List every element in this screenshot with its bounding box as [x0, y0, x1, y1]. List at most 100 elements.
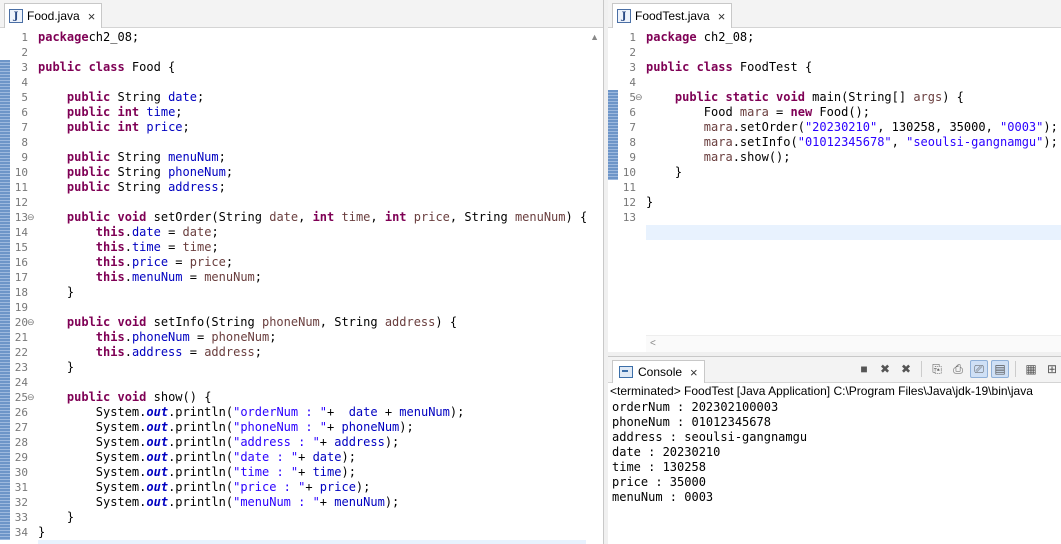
code-token: phoneNum [261, 315, 320, 329]
code-line[interactable]: packagech2_08; [38, 30, 603, 45]
line-number: 10 [14, 166, 28, 179]
code-line[interactable]: mara.setOrder("20230210", 130258, 35000,… [646, 120, 1061, 135]
code-line[interactable]: this.date = date; [38, 225, 603, 240]
fold-toggle-icon[interactable]: ⊖ [27, 210, 35, 225]
code-editor[interactable]: 1 2 3 4 5 ⊖ 6 7 8 9 10 11 12 13 package ch2_08; public… [608, 28, 1061, 352]
code-line[interactable]: public String date; [38, 90, 603, 105]
code-line[interactable]: this.menuNum = menuNum; [38, 270, 603, 285]
code-line[interactable]: this.phoneNum = phoneNum; [38, 330, 603, 345]
close-icon[interactable]: × [690, 365, 698, 380]
code-line[interactable]: System.out.println("price : "+ price); [38, 480, 603, 495]
code-line[interactable]: package ch2_08; [646, 30, 1061, 45]
code-line[interactable]: } [38, 360, 603, 375]
code-token: FoodTest { [732, 60, 813, 74]
editor-tabbar: J Food.java × [0, 0, 603, 28]
fold-toggle-icon[interactable]: ⊖ [27, 390, 35, 405]
code-line[interactable] [38, 45, 603, 60]
code-line[interactable] [646, 210, 1061, 225]
line-number: 26 [14, 406, 28, 419]
code-line[interactable]: } [646, 165, 1061, 180]
scroll-left-icon[interactable]: < [650, 338, 656, 349]
pin-console-icon[interactable]: ▦ [1022, 360, 1040, 378]
close-icon[interactable]: × [88, 9, 96, 24]
java-file-icon: J [617, 9, 631, 23]
code-line[interactable] [38, 375, 603, 390]
code-line[interactable]: public void setOrder(String date, int ti… [38, 210, 603, 225]
tab-console[interactable]: Console × [612, 360, 705, 383]
scroll-lock-icon[interactable]: ⎘ [928, 360, 946, 378]
code-line[interactable]: } [38, 285, 603, 300]
code-line[interactable] [38, 540, 603, 544]
vertical-scrollbar[interactable]: ▲ [586, 28, 603, 544]
code-token: ; [211, 225, 219, 239]
code-line[interactable]: public int price; [38, 120, 603, 135]
code-line[interactable]: mara.setInfo("01012345678", "seoulsi-gan… [646, 135, 1061, 150]
code-token: phoneNum [131, 330, 190, 344]
code-line[interactable]: System.out.println("orderNum : "+ date +… [38, 405, 603, 420]
code-line[interactable]: public class Food { [38, 60, 603, 75]
code-token: = [160, 240, 183, 254]
code-line[interactable]: public void show() { [38, 390, 603, 405]
code-line[interactable]: } [38, 510, 603, 525]
code-token: "price : " [233, 480, 306, 494]
code-line[interactable] [646, 45, 1061, 60]
open-console-icon[interactable]: ⊞ [1043, 360, 1061, 378]
code-line[interactable]: public int time; [38, 105, 603, 120]
code-line[interactable]: this.time = time; [38, 240, 603, 255]
code-area[interactable]: packagech2_08;public class Food { public… [38, 28, 603, 544]
code-line[interactable]: } [646, 195, 1061, 210]
line-number: 12 [622, 196, 636, 209]
code-token: mara [703, 135, 733, 149]
horizontal-scrollbar[interactable]: < [646, 335, 1061, 352]
code-line[interactable] [38, 195, 603, 210]
close-icon[interactable]: × [718, 9, 726, 24]
code-line[interactable]: System.out.println("date : "+ date); [38, 450, 603, 465]
code-line[interactable] [38, 75, 603, 90]
code-line[interactable]: System.out.println("address : "+ address… [38, 435, 603, 450]
code-line[interactable]: System.out.println("phoneNum : "+ phoneN… [38, 420, 603, 435]
fold-toggle-icon[interactable]: ⊖ [635, 90, 643, 105]
code-line[interactable]: public String menuNum; [38, 150, 603, 165]
code-token: setOrder(String [146, 210, 270, 224]
code-token: date [131, 225, 161, 239]
scroll-up-icon[interactable]: ▲ [590, 32, 599, 42]
show-on-error-icon[interactable]: ▤ [991, 360, 1009, 378]
tab-food-java[interactable]: J Food.java × [4, 3, 103, 28]
fold-toggle-icon[interactable]: ⊖ [27, 315, 35, 330]
code-token: menuNum [168, 150, 219, 164]
tab-foodtest-java[interactable]: J FoodTest.java × [612, 3, 733, 28]
remove-launch-icon[interactable]: ✖ [876, 360, 894, 378]
word-wrap-icon[interactable]: ⎙ [949, 360, 967, 378]
show-on-output-icon[interactable]: ⎚ [970, 360, 988, 378]
code-token: + [298, 450, 313, 464]
code-token: "01012345678" [797, 135, 892, 149]
console-output[interactable]: orderNum : 202302100003 phoneNum : 010123… [612, 400, 1061, 544]
code-line[interactable] [646, 75, 1061, 90]
line-number: 1 [629, 31, 636, 44]
code-area[interactable]: package ch2_08;public class FoodTest { p… [646, 28, 1061, 352]
code-line[interactable]: public class FoodTest { [646, 60, 1061, 75]
line-number: 9 [629, 151, 636, 164]
code-line[interactable]: this.price = price; [38, 255, 603, 270]
code-line[interactable]: public static void main(String[] args) { [646, 90, 1061, 105]
terminate-icon[interactable]: ■ [855, 360, 873, 378]
code-line[interactable]: public String phoneNum; [38, 165, 603, 180]
code-token: date [168, 90, 197, 104]
code-line[interactable]: public String address; [38, 180, 603, 195]
code-line[interactable] [646, 180, 1061, 195]
code-line[interactable]: } [38, 525, 603, 540]
code-editor[interactable]: 1 2 3 4 5 6 7 8 9 10 11 12 13 ⊖ 14 15 16 17 18 19 20 ⊖ 21 22 23 2… [0, 28, 603, 544]
remove-all-icon[interactable]: ✖ [897, 360, 915, 378]
code-line[interactable]: this.address = address; [38, 345, 603, 360]
line-number: 25 [14, 391, 28, 404]
code-line[interactable]: System.out.println("menuNum : "+ menuNum… [38, 495, 603, 510]
code-line[interactable]: public void setInfo(String phoneNum, Str… [38, 315, 603, 330]
code-token: ; [196, 90, 205, 104]
code-line[interactable]: System.out.println("time : "+ time); [38, 465, 603, 480]
code-line[interactable]: Food mara = new Food(); [646, 105, 1061, 120]
code-line[interactable]: mara.show(); [646, 150, 1061, 165]
code-line[interactable] [38, 135, 603, 150]
code-line[interactable] [646, 225, 1061, 240]
code-line[interactable] [38, 300, 603, 315]
